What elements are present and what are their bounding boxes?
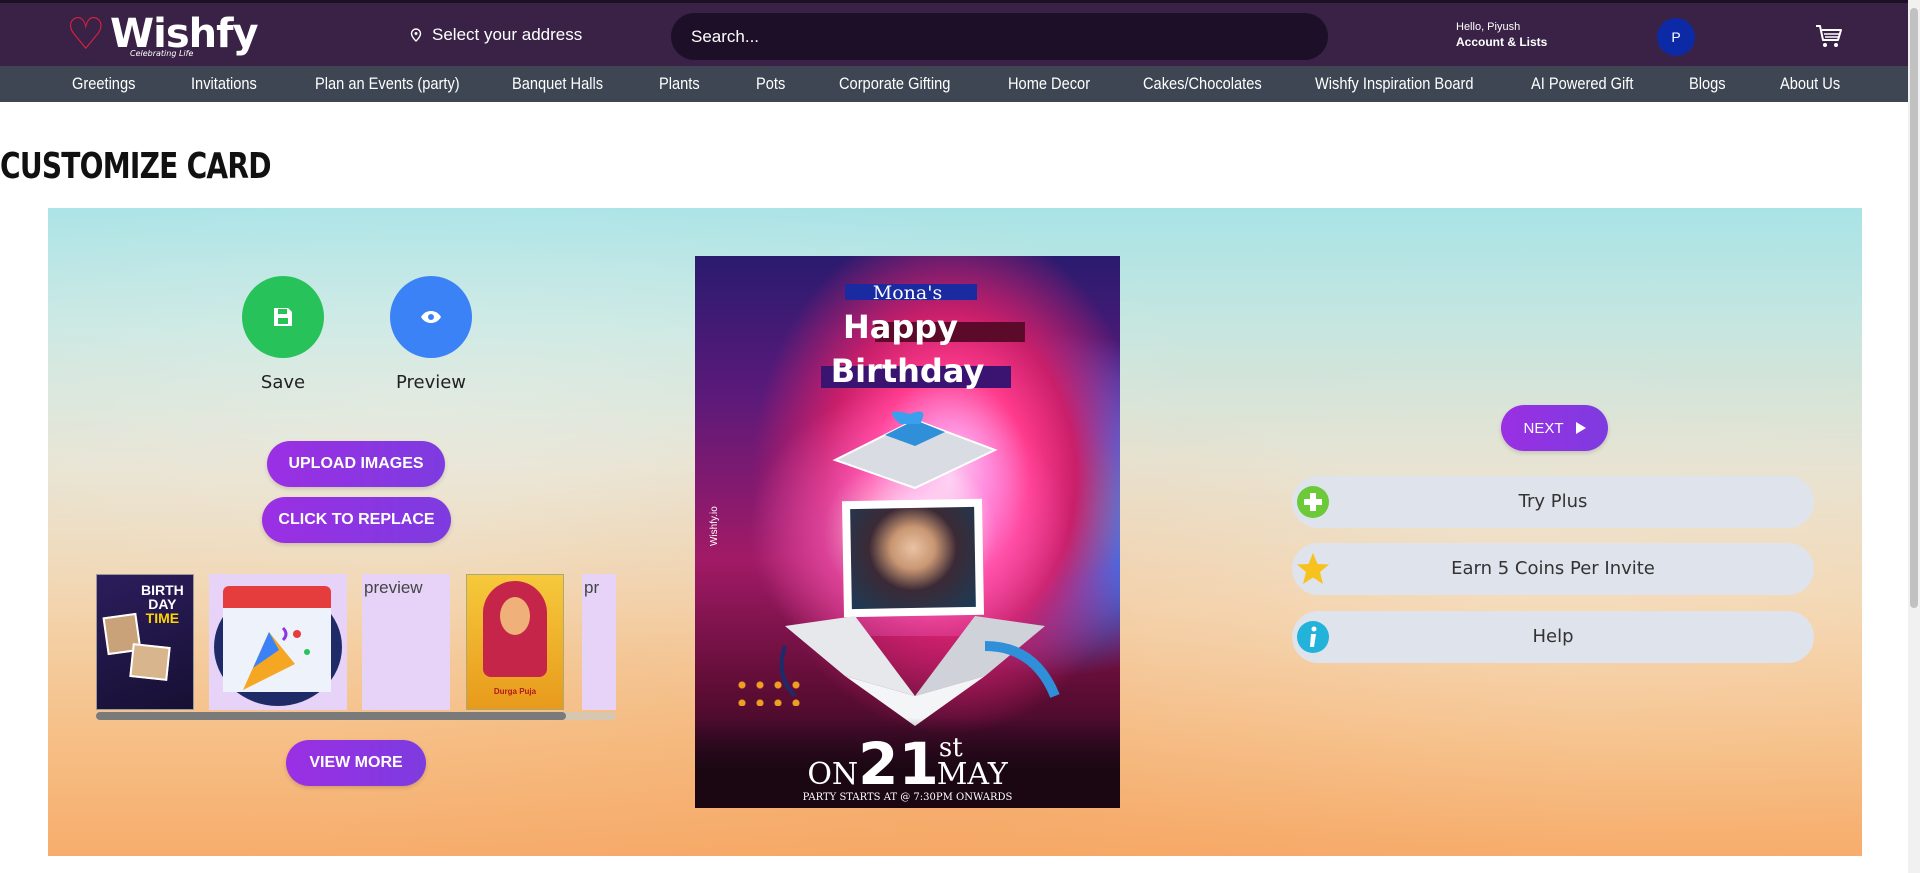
account-lists: Account & Lists bbox=[1456, 35, 1548, 49]
save-label: Save bbox=[260, 372, 306, 393]
broken-image-alt: preview bbox=[364, 578, 423, 597]
card-date-day: 21 bbox=[858, 730, 939, 798]
card-line-birthday[interactable]: Birthday bbox=[695, 352, 1120, 390]
card-dots bbox=[733, 676, 803, 706]
nav-plan-events[interactable]: Plan an Events (party) bbox=[315, 74, 460, 94]
account-greeting: Hello, Piyush bbox=[1456, 21, 1521, 33]
gift-lid-icon bbox=[832, 411, 998, 490]
thumb-birthday-time[interactable]: BIRTH DAY TIME bbox=[96, 574, 194, 710]
party-popper-icon bbox=[243, 626, 310, 690]
page-title: CUSTOMIZE CARD bbox=[0, 146, 272, 187]
upload-images-button[interactable]: UPLOAD IMAGES bbox=[267, 441, 445, 487]
nav-invitations[interactable]: Invitations bbox=[191, 74, 257, 94]
earn-coins-button[interactable]: Earn 5 Coins Per Invite bbox=[1292, 543, 1814, 595]
gift-box-icon bbox=[779, 616, 1060, 726]
thumb-bday-line2: DAY bbox=[148, 596, 177, 612]
card-watermark: Wishfy.io bbox=[709, 506, 720, 546]
calendar-icon bbox=[223, 586, 331, 608]
nav-corporate-gifting[interactable]: Corporate Gifting bbox=[839, 74, 950, 94]
thumb-broken-preview-2[interactable]: pr bbox=[582, 574, 616, 710]
try-plus-button[interactable]: Try Plus bbox=[1292, 476, 1814, 528]
nav-cakes-chocolates[interactable]: Cakes/Chocolates bbox=[1143, 74, 1262, 94]
preview-button[interactable] bbox=[390, 276, 472, 358]
next-button[interactable]: NEXT bbox=[1501, 405, 1608, 451]
address-selector[interactable]: Select your address bbox=[410, 25, 582, 45]
eye-icon bbox=[421, 311, 441, 323]
account-menu[interactable]: Hello, Piyush Account & Lists bbox=[1456, 20, 1547, 50]
template-thumbnails: BIRTH DAY TIME preview Durga Puja pr bbox=[96, 574, 616, 710]
thumb-broken-preview-1[interactable]: preview bbox=[362, 574, 450, 710]
thumbnail-scroll-thumb[interactable] bbox=[96, 712, 566, 720]
page-scrollbar[interactable] bbox=[1908, 0, 1920, 873]
nav-blogs[interactable]: Blogs bbox=[1689, 74, 1726, 94]
cart-icon[interactable] bbox=[1814, 21, 1844, 51]
card-date[interactable]: ON21stMAY bbox=[695, 730, 1120, 798]
nav-inspiration-board[interactable]: Wishfy Inspiration Board bbox=[1315, 74, 1473, 94]
nav-greetings[interactable]: Greetings bbox=[72, 74, 135, 94]
help-label: Help bbox=[1532, 626, 1574, 647]
nav-pots[interactable]: Pots bbox=[756, 74, 785, 94]
thumb-bday-line3: TIME bbox=[145, 610, 180, 626]
earn-coins-label: Earn 5 Coins Per Invite bbox=[1451, 558, 1655, 579]
page-scroll-thumb[interactable] bbox=[1910, 8, 1918, 608]
card-canvas[interactable]: Mona's Happy Birthday Wishfy.io ON21stMA… bbox=[695, 256, 1120, 808]
brand-logo[interactable]: ♡ Wishfy Celebrating Life bbox=[66, 9, 259, 63]
preview-label: Preview bbox=[395, 372, 467, 393]
card-name[interactable]: Mona's bbox=[695, 282, 1120, 304]
nav-ai-powered-gift[interactable]: AI Powered Gift bbox=[1531, 74, 1633, 94]
main-nav: Greetings Invitations Plan an Events (pa… bbox=[0, 66, 1920, 102]
logo-tagline: Celebrating Life bbox=[130, 49, 194, 58]
try-plus-label: Try Plus bbox=[1518, 491, 1588, 512]
top-header: ♡ Wishfy Celebrating Life Select your ad… bbox=[0, 0, 1920, 66]
thumb-durga-puja[interactable]: Durga Puja bbox=[466, 574, 564, 710]
nav-banquet-halls[interactable]: Banquet Halls bbox=[512, 74, 603, 94]
thumb-photo-2 bbox=[129, 643, 171, 681]
nav-about-us[interactable]: About Us bbox=[1780, 74, 1840, 94]
location-pin-icon bbox=[410, 28, 422, 42]
floppy-disk-icon bbox=[274, 308, 292, 326]
play-icon bbox=[1575, 422, 1586, 434]
editor-stage: Save Preview UPLOAD IMAGES CLICK TO REPL… bbox=[48, 208, 1862, 856]
nav-home-decor[interactable]: Home Decor bbox=[1008, 74, 1090, 94]
address-label: Select your address bbox=[432, 25, 583, 44]
card-date-month: MAY bbox=[936, 757, 1008, 792]
card-date-on: ON bbox=[807, 757, 859, 792]
nav-plants[interactable]: Plants bbox=[659, 74, 700, 94]
thumb-bday-line1: BIRTH bbox=[141, 582, 184, 598]
save-button[interactable] bbox=[242, 276, 324, 358]
thumbnail-scrollbar[interactable] bbox=[96, 712, 616, 720]
card-line-happy[interactable]: Happy bbox=[695, 308, 1106, 346]
avatar[interactable]: P bbox=[1657, 18, 1695, 56]
broken-image-alt-2: pr bbox=[584, 578, 600, 597]
view-more-button[interactable]: VIEW MORE bbox=[286, 740, 426, 786]
durga-label: Durga Puja bbox=[493, 687, 537, 696]
help-button[interactable]: Help bbox=[1292, 611, 1814, 663]
search-input[interactable]: Search... bbox=[671, 13, 1328, 60]
logo-heart-w: ♡ bbox=[66, 9, 106, 60]
durga-face bbox=[500, 597, 530, 635]
next-label: NEXT bbox=[1523, 419, 1564, 437]
click-to-replace-button[interactable]: CLICK TO REPLACE bbox=[262, 497, 451, 543]
card-footer[interactable]: PARTY STARTS AT @ 7:30PM ONWARDS bbox=[695, 792, 1120, 803]
thumb-party-calendar[interactable] bbox=[209, 574, 347, 710]
